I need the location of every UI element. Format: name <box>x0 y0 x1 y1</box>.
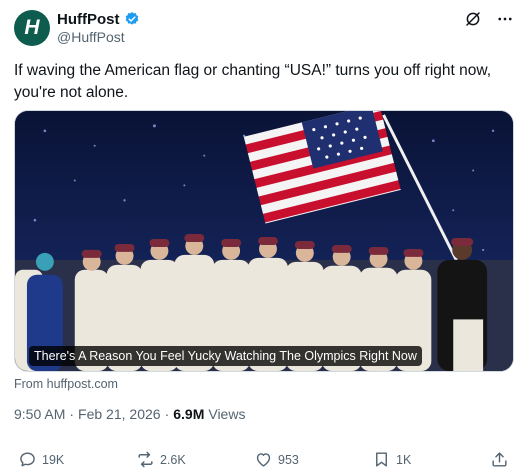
like-button[interactable]: 953 <box>254 450 299 469</box>
more-icon[interactable] <box>496 10 514 28</box>
like-icon <box>256 453 271 467</box>
tweet-header: H HuffPost @HuffPost <box>14 10 514 50</box>
link-card-image[interactable]: There's A Reason You Feel Yucky Watching… <box>14 110 514 372</box>
repost-count: 2.6K <box>160 452 186 467</box>
card-headline[interactable]: There's A Reason You Feel Yucky Watching… <box>29 346 422 366</box>
like-count: 953 <box>278 452 299 467</box>
action-bar: 19K 2.6K 953 1K <box>14 450 514 472</box>
reply-button[interactable]: 19K <box>18 450 64 469</box>
grok-icon[interactable] <box>464 10 482 28</box>
meta-separator: · <box>69 406 75 422</box>
reply-icon <box>20 452 35 467</box>
post-time[interactable]: 9:50 AM <box>14 406 65 422</box>
author-handle[interactable]: @HuffPost <box>57 29 125 45</box>
meta-separator-2: · <box>164 406 170 422</box>
bookmark-count: 1K <box>396 452 412 467</box>
reply-count: 19K <box>42 452 65 467</box>
repost-icon <box>138 451 153 468</box>
share-icon <box>492 452 507 467</box>
verified-badge-icon[interactable] <box>124 11 140 27</box>
repost-button[interactable]: 2.6K <box>136 450 186 469</box>
tweet-meta: 9:50 AM · Feb 21, 2026 · 6.9M Views <box>14 406 245 422</box>
olympics-flag-photo <box>15 111 513 371</box>
post-date[interactable]: Feb 21, 2026 <box>78 406 161 422</box>
avatar[interactable]: H <box>14 10 50 46</box>
share-button[interactable] <box>490 450 509 469</box>
header-actions <box>464 10 514 28</box>
views-count[interactable]: 6.9M <box>173 406 204 422</box>
bookmark-icon <box>376 452 387 467</box>
author-name-row: HuffPost <box>57 10 140 28</box>
bookmark-button[interactable]: 1K <box>372 450 411 469</box>
views-label: Views <box>208 406 246 422</box>
author-display-name[interactable]: HuffPost <box>57 11 120 28</box>
tweet-text: If waving the American flag or chanting … <box>14 62 492 101</box>
card-source[interactable]: From huffpost.com <box>14 377 118 391</box>
